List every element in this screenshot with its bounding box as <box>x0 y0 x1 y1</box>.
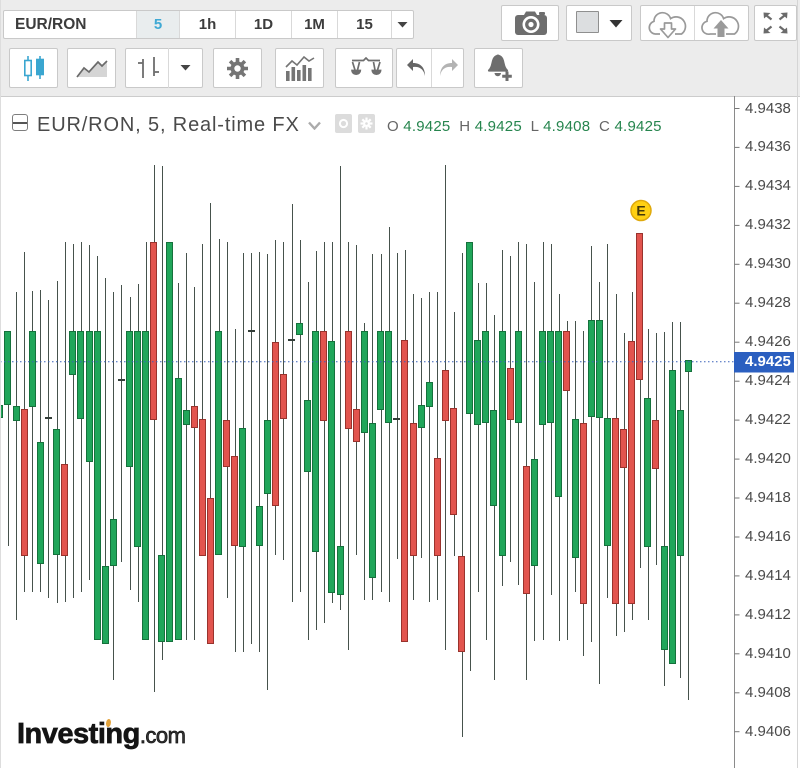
svg-text:E: E <box>636 203 645 219</box>
